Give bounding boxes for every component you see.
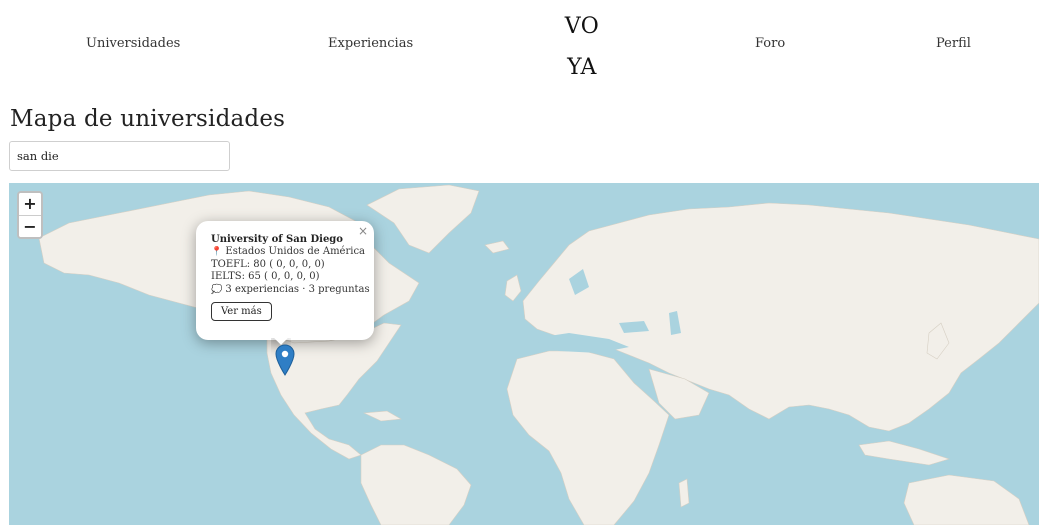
map-marker-icon[interactable] bbox=[275, 344, 295, 376]
popup-toefl: TOEFL: 80 ( 0, 0, 0, 0) bbox=[211, 258, 325, 270]
zoom-in-button[interactable]: + bbox=[19, 193, 41, 215]
black-sea bbox=[619, 321, 649, 333]
zoom-control: + − bbox=[17, 191, 43, 239]
ver-mas-button[interactable]: Ver más bbox=[211, 302, 272, 321]
popup-close-button[interactable]: × bbox=[358, 225, 368, 237]
popup-country-row: 📍 Estados Unidos de América bbox=[211, 246, 366, 259]
popup-university-name: University of San Diego bbox=[211, 234, 343, 245]
nav-perfil[interactable]: Perfil bbox=[936, 36, 971, 51]
nav-universidades[interactable]: Universidades bbox=[86, 36, 180, 51]
university-search-input[interactable] bbox=[9, 141, 230, 171]
popup-country: Estados Unidos de América bbox=[225, 246, 366, 257]
location-pin-icon: 📍 bbox=[211, 247, 223, 257]
popup-stats-row: 💭 3 experiencias · 3 preguntas bbox=[211, 284, 370, 297]
popup-ielts: IELTS: 65 ( 0, 0, 0, 0) bbox=[211, 271, 320, 282]
madagascar bbox=[678, 478, 690, 508]
nav-experiencias[interactable]: Experiencias bbox=[328, 36, 413, 51]
logo[interactable]: VO YA bbox=[556, 6, 608, 88]
university-map[interactable]: + − × University of San Diego 📍 Estados … bbox=[9, 183, 1039, 525]
world-basemap[interactable] bbox=[9, 183, 1039, 525]
logo-line-2: YA bbox=[567, 55, 597, 80]
popup-stats: 3 experiencias · 3 preguntas bbox=[225, 283, 370, 295]
thought-bubble-icon: 💭 bbox=[211, 284, 223, 295]
university-popup: × University of San Diego 📍 Estados Unid… bbox=[196, 221, 374, 340]
zoom-out-button[interactable]: − bbox=[19, 215, 41, 237]
nav-foro[interactable]: Foro bbox=[755, 36, 785, 51]
top-navigation: Universidades Experiencias VO YA Foro Pe… bbox=[0, 0, 1039, 92]
page-title: Mapa de universidades bbox=[10, 106, 286, 132]
logo-line-1: VO bbox=[564, 14, 600, 39]
